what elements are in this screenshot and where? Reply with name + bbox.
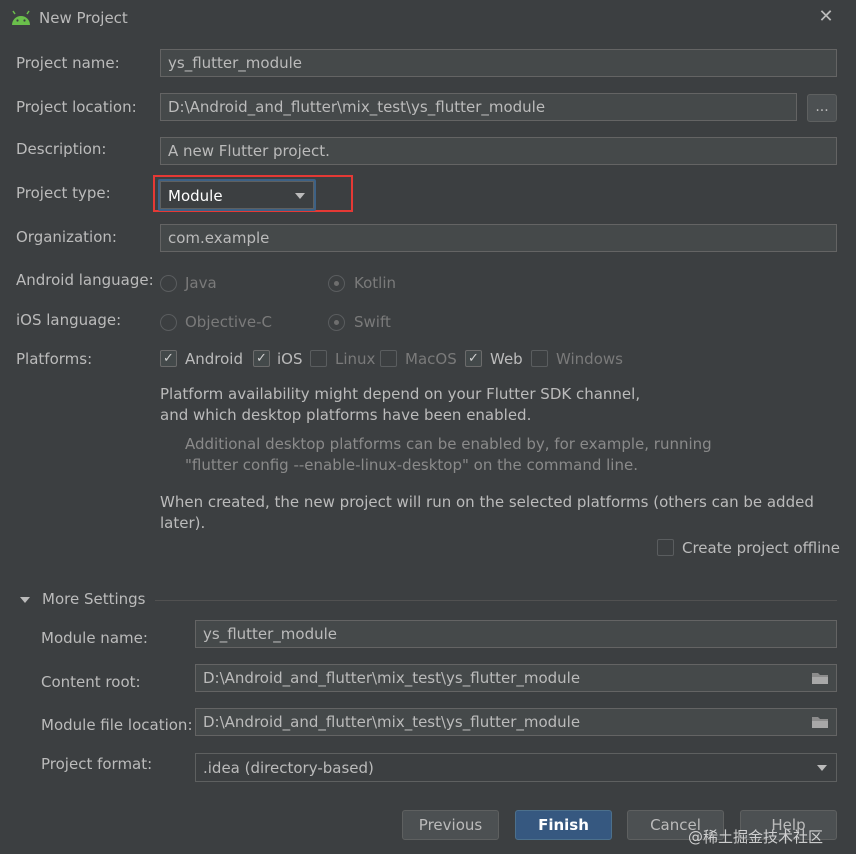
more-settings-title[interactable]: More Settings [42, 590, 145, 608]
platforms-label: Platforms: [16, 350, 93, 368]
window-title: New Project [39, 9, 128, 27]
checkbox-create-offline[interactable]: ✓ [657, 539, 674, 556]
radio-objective-c[interactable] [160, 314, 177, 331]
close-icon[interactable]: ✕ [816, 7, 836, 27]
project-type-label: Project type: [16, 184, 111, 202]
finish-button[interactable]: Finish [515, 810, 612, 840]
project-type-value: Module [168, 187, 223, 205]
ios-language-label: iOS language: [16, 311, 122, 329]
created-info: When created, the new project will run o… [160, 493, 814, 532]
organization-input[interactable]: com.example [160, 224, 837, 252]
desktop-hint-line2: "flutter config --enable-linux-desktop" … [185, 456, 638, 474]
project-location-label: Project location: [16, 98, 137, 116]
android-studio-icon [12, 10, 30, 25]
chevron-down-icon [295, 193, 305, 199]
folder-icon[interactable] [811, 671, 829, 685]
module-file-location-label: Module file location: [41, 716, 193, 734]
radio-java-label: Java [185, 274, 217, 292]
module-name-label: Module name: [41, 629, 148, 647]
checkbox-web-label: Web [490, 350, 523, 368]
organization-label: Organization: [16, 228, 117, 246]
project-name-input[interactable]: ys_flutter_module [160, 49, 837, 77]
project-type-dropdown[interactable]: Module [160, 181, 314, 209]
project-name-label: Project name: [16, 54, 120, 72]
project-format-dropdown[interactable]: .idea (directory-based) [195, 753, 837, 782]
description-label: Description: [16, 140, 107, 158]
create-offline-label: Create project offline [682, 539, 841, 557]
browse-location-button[interactable]: ... [807, 94, 837, 122]
more-settings-divider [155, 600, 837, 601]
content-root-input[interactable]: D:\Android_and_flutter\mix_test\ys_flutt… [195, 664, 837, 692]
content-root-label: Content root: [41, 673, 141, 691]
checkbox-ios[interactable]: ✓ [253, 350, 270, 367]
checkbox-windows[interactable]: ✓ [531, 350, 548, 367]
collapse-triangle-icon[interactable] [20, 597, 30, 603]
radio-swift[interactable] [328, 314, 345, 331]
radio-kotlin[interactable] [328, 275, 345, 292]
desktop-hint-line1: Additional desktop platforms can be enab… [185, 435, 712, 453]
radio-kotlin-label: Kotlin [354, 274, 396, 292]
android-language-label: Android language: [16, 271, 154, 289]
checkbox-linux[interactable]: ✓ [310, 350, 327, 367]
checkbox-web[interactable]: ✓ [465, 350, 482, 367]
checkbox-windows-label: Windows [556, 350, 623, 368]
radio-java[interactable] [160, 275, 177, 292]
previous-button[interactable]: Previous [402, 810, 499, 840]
description-input[interactable]: A new Flutter project. [160, 137, 837, 165]
module-name-input[interactable]: ys_flutter_module [195, 620, 837, 648]
checkbox-macos[interactable]: ✓ [380, 350, 397, 367]
platform-info-line1: Platform availability might depend on yo… [160, 385, 641, 403]
checkbox-android-label: Android [185, 350, 243, 368]
project-format-label: Project format: [41, 755, 153, 773]
title-bar [0, 0, 856, 36]
folder-icon[interactable] [811, 715, 829, 729]
checkbox-ios-label: iOS [277, 350, 303, 368]
chevron-down-icon [817, 765, 827, 771]
checkbox-android[interactable]: ✓ [160, 350, 177, 367]
radio-swift-label: Swift [354, 313, 391, 331]
checkbox-linux-label: Linux [335, 350, 376, 368]
checkbox-macos-label: MacOS [405, 350, 457, 368]
radio-objective-c-label: Objective-C [185, 313, 273, 331]
watermark: @稀土掘金技术社区 [688, 828, 824, 846]
project-format-value: .idea (directory-based) [203, 759, 374, 777]
platform-info-line2: and which desktop platforms have been en… [160, 406, 532, 424]
project-location-input[interactable]: D:\Android_and_flutter\mix_test\ys_flutt… [160, 93, 797, 121]
module-file-location-input[interactable]: D:\Android_and_flutter\mix_test\ys_flutt… [195, 708, 837, 736]
